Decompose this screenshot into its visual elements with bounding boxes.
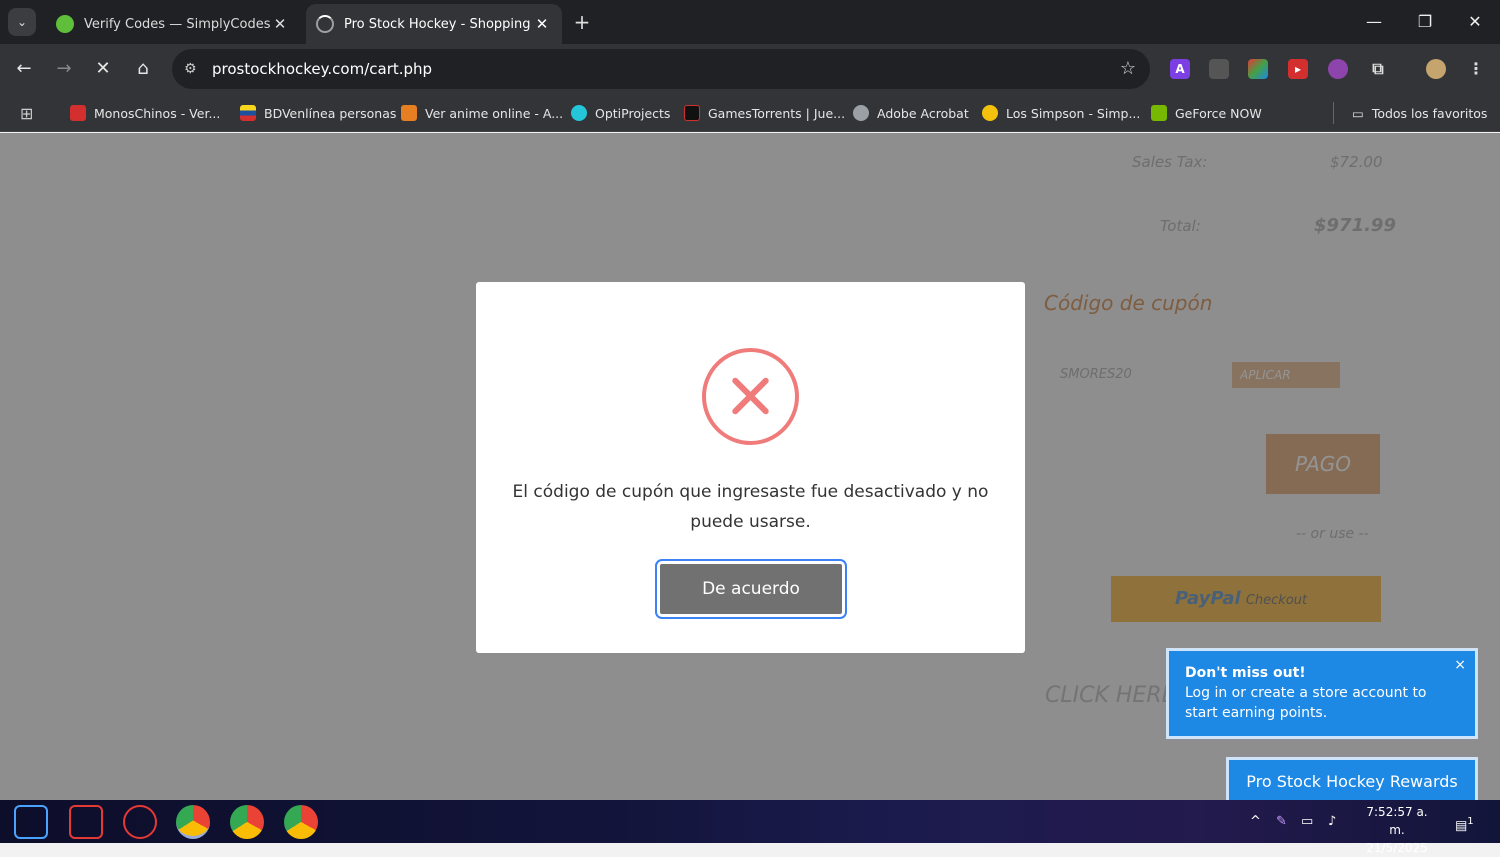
gamestorrents-icon (684, 105, 700, 121)
volume-icon[interactable]: ♪ (1328, 800, 1336, 843)
bookmark-label: Los Simpson - Simp... (1006, 105, 1141, 121)
chevron-up-icon[interactable]: ^ (1250, 800, 1261, 843)
simpsons-icon (982, 105, 998, 121)
clock-time: 7:52:57 a. m. (1366, 805, 1428, 837)
stop-button[interactable]: ✕ (89, 55, 117, 83)
coupon-error-dialog: El código de cupón que ingresaste fue de… (476, 282, 1025, 653)
close-tab-icon[interactable]: ✕ (270, 15, 290, 33)
toast-body: Log in or create a store account to star… (1185, 685, 1427, 721)
bookmark-star-icon[interactable]: ☆ (1120, 49, 1136, 89)
bookmark-anime[interactable]: Ver anime online - A... (401, 102, 563, 124)
close-icon[interactable]: × (1454, 655, 1466, 675)
chrome-icon[interactable] (176, 805, 210, 839)
extensions-puzzle-icon[interactable]: ⧉ (1368, 59, 1388, 79)
tab-strip: ⌄ Verify Codes — SimplyCodes ✕ Pro Stock… (0, 0, 1500, 44)
tab-title: Pro Stock Hockey - Shopping C (344, 16, 532, 32)
tab-prostockhockey[interactable]: Pro Stock Hockey - Shopping C ✕ (306, 4, 562, 44)
site-info-icon[interactable]: ⚙ (184, 49, 197, 89)
close-tab-icon[interactable]: ✕ (532, 15, 552, 33)
bookmarks-bar: ⊞ MonosChinos - Ver... BDVenlínea person… (0, 94, 1500, 132)
bookmark-label: BDVenlínea personas (264, 105, 397, 121)
tab-search-button[interactable]: ⌄ (8, 8, 36, 36)
anime-fox-icon (401, 105, 417, 121)
url-text: prostockhockey.com/cart.php (212, 60, 433, 78)
cart-page: Sales Tax: $72.00 Total: $971.99 Código … (0, 133, 1500, 800)
all-bookmarks-label: Todos los favoritos (1371, 105, 1488, 121)
system-clock[interactable]: 7:52:57 a. m. 21/5/2025 (1362, 803, 1432, 857)
extension-robot-icon[interactable] (1209, 59, 1229, 79)
clock-date: 21/5/2025 (1366, 841, 1428, 855)
chevron-down-icon: ⌄ (16, 15, 28, 29)
optiprojects-icon (571, 105, 587, 121)
file-explorer-icon[interactable] (69, 805, 103, 839)
address-bar[interactable]: ⚙ prostockhockey.com/cart.php ☆ (172, 49, 1150, 89)
minimize-button[interactable]: — (1357, 8, 1391, 36)
bookmark-label: Ver anime online - A... (425, 105, 564, 121)
start-windows-icon[interactable] (14, 805, 48, 839)
monoschinos-icon (70, 105, 86, 121)
bookmark-label: OptiProjects (595, 105, 671, 121)
bookmark-label: GeForce NOW (1175, 105, 1262, 121)
notification-center-icon[interactable]: ▤1 (1455, 800, 1474, 843)
extension-color-icon[interactable] (1248, 59, 1268, 79)
browser-toolbar: ← → ✕ ⌂ ⚙ prostockhockey.com/cart.php ☆ … (0, 44, 1500, 94)
close-window-button[interactable]: ✕ (1458, 8, 1492, 36)
menu-kebab-icon[interactable]: ⋮ (1466, 59, 1486, 79)
folder-icon: ▭ (1352, 105, 1364, 121)
arrow-right-icon: → (56, 58, 72, 79)
arrow-left-icon: ← (16, 58, 32, 79)
new-tab-button[interactable]: + (570, 10, 594, 34)
rewards-toast: Don't miss out! Log in or create a store… (1166, 648, 1478, 739)
restore-button[interactable]: ❐ (1408, 8, 1442, 36)
apps-grid-icon[interactable]: ⊞ (20, 102, 33, 124)
bookmark-gamestorrents[interactable]: GamesTorrents | Jue... (684, 102, 845, 124)
pen-icon[interactable]: ✎ (1276, 800, 1287, 843)
bookmark-optiprojects[interactable]: OptiProjects (571, 102, 670, 124)
simplycodes-favicon-icon (56, 15, 74, 33)
error-x-circle-icon (702, 348, 799, 445)
ok-button[interactable]: De acuerdo (657, 561, 845, 617)
bookmark-simpsons[interactable]: Los Simpson - Simp... (982, 102, 1140, 124)
bookmark-label: GamesTorrents | Jue... (708, 105, 846, 121)
loading-spinner-icon (316, 15, 334, 33)
nvidia-icon (1151, 105, 1167, 121)
tab-simplycodes[interactable]: Verify Codes — SimplyCodes ✕ (46, 4, 300, 44)
forward-button[interactable]: → (50, 55, 78, 83)
home-icon: ⌂ (137, 58, 149, 79)
notification-count: 1 (1467, 816, 1474, 827)
network-icon[interactable]: ▭ (1301, 800, 1313, 843)
chrome-profile-n-icon[interactable] (284, 805, 318, 839)
venezuela-flag-icon (240, 105, 256, 121)
profile-avatar[interactable] (1426, 59, 1446, 79)
extension-a-icon[interactable]: A (1170, 59, 1190, 79)
error-message: El código de cupón que ingresaste fue de… (512, 482, 989, 532)
bookmark-label: MonosChinos - Ver... (94, 105, 221, 121)
back-button[interactable]: ← (10, 55, 38, 83)
close-icon: ✕ (95, 58, 111, 79)
toast-heading: Don't miss out! (1185, 665, 1306, 681)
globe-icon (853, 105, 869, 121)
bookmark-monoschinos[interactable]: MonosChinos - Ver... (70, 102, 220, 124)
home-button[interactable]: ⌂ (129, 55, 157, 83)
chrome-profile-v-icon[interactable] (230, 805, 264, 839)
bookmark-geforce-now[interactable]: GeForce NOW (1151, 102, 1262, 124)
windows-taskbar: ^ ✎ ▭ ♪ 7:52:57 a. m. 21/5/2025 ▤1 (0, 800, 1500, 855)
antivirus-icon[interactable] (123, 805, 157, 839)
extension-purple-icon[interactable] (1328, 59, 1348, 79)
bookmark-label: Adobe Acrobat (877, 105, 969, 121)
extension-red-icon[interactable]: ▸ (1288, 59, 1308, 79)
tab-title: Verify Codes — SimplyCodes (84, 16, 270, 32)
bookmark-bdvenlinea[interactable]: BDVenlínea personas (240, 102, 396, 124)
all-bookmarks[interactable]: ▭ Todos los favoritos (1333, 102, 1487, 124)
bookmark-adobe-acrobat[interactable]: Adobe Acrobat (853, 102, 969, 124)
rewards-launcher-button[interactable]: Pro Stock Hockey Rewards (1226, 757, 1478, 800)
